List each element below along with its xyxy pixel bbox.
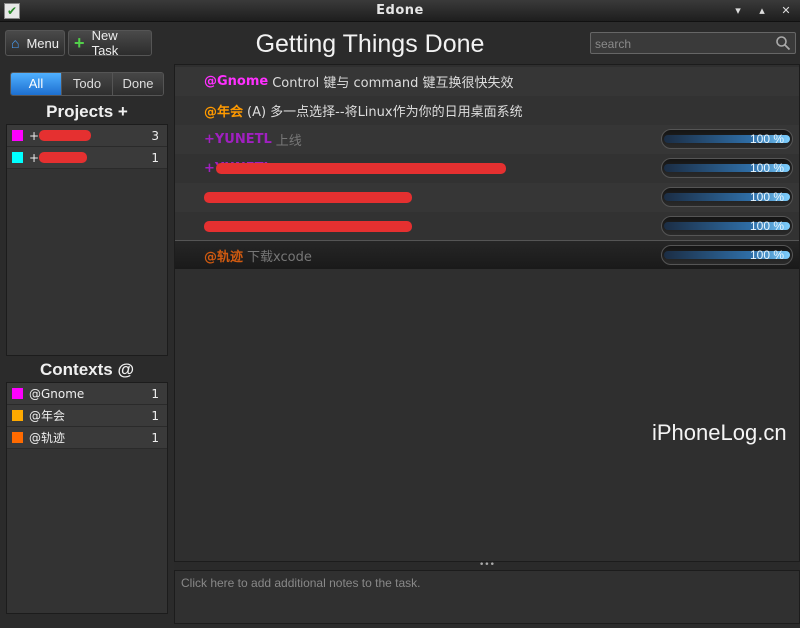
search-input[interactable] (591, 34, 771, 54)
page-title: Getting Things Done (255, 30, 485, 58)
task-tag: @轨迹 (204, 249, 244, 265)
task-progress-bar: 100 % (661, 216, 793, 236)
chevron-up-icon[interactable]: ▴ (754, 3, 770, 19)
task-progress-bar: 100 % (661, 245, 793, 265)
context-count: 1 (151, 386, 159, 401)
menu-button-label: Menu (26, 35, 59, 51)
search-icon[interactable] (775, 35, 791, 51)
home-icon: ⌂ (11, 35, 20, 51)
progress-percent: 100 % (749, 219, 784, 233)
task-row[interactable]: +YUNETL 上线 100 % (175, 125, 799, 154)
project-item[interactable]: + 1 (7, 147, 167, 169)
filter-tab-done[interactable]: Done (113, 73, 163, 95)
context-color-swatch (12, 432, 23, 443)
progress-percent: 100 % (749, 132, 784, 146)
new-task-button[interactable]: + New Task (68, 28, 152, 58)
task-notes-field[interactable]: Click here to add additional notes to th… (174, 570, 800, 624)
context-color-swatch (12, 410, 23, 421)
task-tag: +YUNETL (204, 132, 272, 147)
project-count: 1 (151, 150, 159, 165)
sidebar: All Todo Done Projects + + 3 + 1 Context… (6, 64, 168, 616)
context-label: @Gnome (29, 386, 85, 401)
contexts-list: @Gnome 1 @年会 1 @轨迹 1 (6, 382, 168, 614)
task-row[interactable]: @Gnome Control 键与 command 键互换很快失效 (175, 67, 799, 96)
task-list: @Gnome Control 键与 command 键互换很快失效 @年会 (A… (174, 64, 800, 562)
redaction-mark (204, 192, 412, 203)
redaction-mark (204, 221, 412, 232)
filter-tab-todo[interactable]: Todo (62, 73, 113, 95)
search-box[interactable] (590, 32, 796, 54)
menu-button[interactable]: ⌂ Menu (5, 30, 65, 56)
context-item[interactable]: @Gnome 1 (7, 383, 167, 405)
context-label: @轨迹 (29, 431, 66, 445)
task-row[interactable]: +YUNETL 100 % (175, 154, 799, 183)
task-progress-bar: 100 % (661, 187, 793, 207)
filter-segmented-control: All Todo Done (10, 72, 164, 96)
progress-percent: 100 % (749, 190, 784, 204)
progress-percent: 100 % (749, 248, 784, 262)
redaction-mark (39, 130, 92, 141)
task-text: 下载xcode (247, 249, 312, 265)
project-color-swatch (12, 130, 23, 141)
task-tag: @Gnome (204, 74, 269, 89)
plus-icon: + (74, 33, 85, 53)
task-row[interactable]: 100 % (175, 212, 799, 241)
new-task-button-label: New Task (91, 28, 119, 58)
project-count: 3 (151, 128, 159, 143)
watermark-text: iPhoneLog.cn (652, 420, 787, 445)
context-item[interactable]: @轨迹 1 (7, 427, 167, 449)
window-titlebar: ✔ Edone ▾ ▴ ✕ (0, 0, 800, 22)
task-text: (A) 多一点选择--将Linux作为你的日用桌面系统 (247, 105, 523, 120)
splitter-handle[interactable]: ••• (174, 560, 800, 570)
context-item[interactable]: @年会 1 (7, 405, 167, 427)
task-text: 上线 (275, 134, 302, 149)
task-progress-bar: 100 % (661, 158, 793, 178)
projects-list: + 3 + 1 (6, 124, 168, 356)
filter-tab-all[interactable]: All (11, 73, 62, 95)
window-title: Edone (376, 3, 424, 18)
progress-percent: 100 % (749, 161, 784, 175)
close-icon[interactable]: ✕ (778, 3, 794, 19)
task-tag: @年会 (204, 105, 244, 120)
task-progress-bar: 100 % (661, 129, 793, 149)
context-color-swatch (12, 388, 23, 399)
project-color-swatch (12, 152, 23, 163)
projects-heading[interactable]: Projects + (6, 102, 168, 122)
context-label: @年会 (29, 409, 66, 423)
context-count: 1 (151, 408, 159, 423)
redaction-mark (39, 152, 88, 163)
redaction-mark (215, 163, 506, 174)
contexts-heading[interactable]: Contexts @ (6, 360, 168, 380)
context-count: 1 (151, 430, 159, 445)
project-label: + (29, 128, 40, 143)
task-row-selected[interactable]: @轨迹 下载xcode 100 % (175, 240, 799, 269)
project-item[interactable]: + 3 (7, 125, 167, 147)
task-text: Control 键与 command 键互换很快失效 (272, 76, 514, 91)
chevron-down-icon[interactable]: ▾ (730, 3, 746, 19)
task-row[interactable]: @年会 (A) 多一点选择--将Linux作为你的日用桌面系统 (175, 96, 799, 125)
grip-icon: ••• (479, 560, 495, 570)
project-label: + (29, 150, 40, 165)
task-row[interactable]: 100 % (175, 183, 799, 212)
